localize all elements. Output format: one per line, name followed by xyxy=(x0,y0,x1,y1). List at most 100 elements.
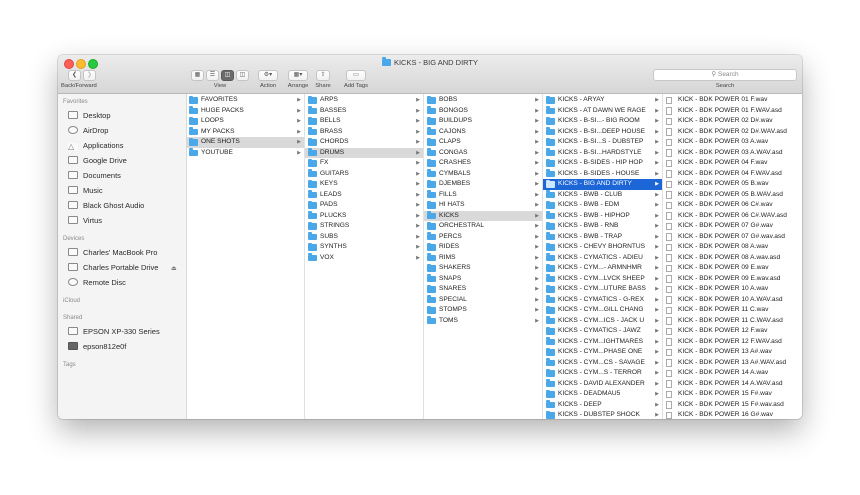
folder-item[interactable]: KICKS - CHEVY BHORNTUS ▶ xyxy=(543,242,662,253)
folder-item[interactable]: SHAKERS ▶ xyxy=(424,263,542,274)
folder-item[interactable]: BUILDUPS ▶ xyxy=(424,116,542,127)
folder-item[interactable]: KICKS - CYM...ICS - JACK U ▶ xyxy=(543,316,662,327)
folder-item[interactable]: LEADS ▶ xyxy=(305,190,423,201)
sidebar-item-portable-drive[interactable]: Charles Portable Drive xyxy=(68,262,158,274)
file-item[interactable]: KICK - BDK POWER 01 F.WAV.asd xyxy=(663,106,802,117)
sidebar-item-applications[interactable]: △ Applications xyxy=(68,140,123,152)
folder-item[interactable]: CHORDS ▶ xyxy=(305,137,423,148)
file-item[interactable]: KICK - BDK POWER 04 F.WAV.asd xyxy=(663,169,802,180)
file-item[interactable]: KICK - BDK POWER 02 D#.wav xyxy=(663,116,802,127)
folder-item[interactable]: ORCHESTRAL ▶ xyxy=(424,221,542,232)
sidebar-item-google-drive[interactable]: Google Drive xyxy=(68,155,127,167)
file-item[interactable]: KICK - BDK POWER 12 F.wav xyxy=(663,326,802,337)
folder-item[interactable]: KICKS - CYM...UTURE BASS ▶ xyxy=(543,284,662,295)
file-item[interactable]: KICK - BDK POWER 06 C#.wav xyxy=(663,200,802,211)
folder-item[interactable]: KICKS - DAVID ALEXANDER ▶ xyxy=(543,379,662,390)
file-item[interactable]: KICK - BDK POWER 03 A.WAV.asd xyxy=(663,148,802,159)
folder-item[interactable]: KICKS - BWB - CLUB ▶ xyxy=(543,190,662,201)
folder-item[interactable]: BONGOS ▶ xyxy=(424,106,542,117)
folder-item[interactable]: CYMBALS ▶ xyxy=(424,169,542,180)
file-item[interactable]: KICK - BDK POWER 08 A.wav xyxy=(663,242,802,253)
folder-item[interactable]: PADS ▶ xyxy=(305,200,423,211)
file-item[interactable]: KICK - BDK POWER 15 F#.wav xyxy=(663,389,802,400)
sidebar-item-epson-xp330[interactable]: EPSON XP-330 Series xyxy=(68,326,160,338)
folder-item[interactable]: SPECIAL ▶ xyxy=(424,295,542,306)
folder-item[interactable]: BASSES ▶ xyxy=(305,106,423,117)
folder-item[interactable]: SNAPS ▶ xyxy=(424,274,542,285)
folder-item[interactable]: KICKS - CYMATICS - JAWZ ▶ xyxy=(543,326,662,337)
folder-item[interactable]: KICKS - CYM...GILL CHANG ▶ xyxy=(543,305,662,316)
list-view-button[interactable]: ☰ xyxy=(206,70,219,81)
folder-item[interactable]: KICKS - ARYAY ▶ xyxy=(543,95,662,106)
folder-item[interactable]: KICKS - BWB - TRAP ▶ xyxy=(543,232,662,243)
file-item[interactable]: KICK - BDK POWER 07 G#.wav xyxy=(663,221,802,232)
folder-item[interactable]: KICKS - DEADMAU5 ▶ xyxy=(543,389,662,400)
folder-item[interactable]: KICKS - B-SI...DEEP HOUSE ▶ xyxy=(543,127,662,138)
forward-button[interactable]: ❯ xyxy=(83,70,96,81)
folder-item[interactable]: CRASHES ▶ xyxy=(424,158,542,169)
sidebar-item-airdrop[interactable]: AirDrop xyxy=(68,125,108,137)
file-item[interactable]: KICK - BDK POWER 15 F#.wav.asd xyxy=(663,400,802,411)
sidebar-item-remote-disc[interactable]: Remote Disc xyxy=(68,277,126,289)
column-view-button[interactable]: ◫ xyxy=(221,70,234,81)
folder-item[interactable]: VOX ▶ xyxy=(305,253,423,264)
folder-item[interactable]: KICKS - DEEP ▶ xyxy=(543,400,662,411)
folder-item[interactable]: KICKS - B-SI...HARDSTYLE ▶ xyxy=(543,148,662,159)
folder-item[interactable]: YOUTUBE ▶ xyxy=(186,148,304,159)
folder-item[interactable]: CAJONS ▶ xyxy=(424,127,542,138)
file-item[interactable]: KICK - BDK POWER 01 F.wav xyxy=(663,95,802,106)
back-button[interactable]: ❮ xyxy=(68,70,81,81)
folder-item[interactable]: KICKS - CYM...CS - SAVAGE ▶ xyxy=(543,358,662,369)
folder-item[interactable]: PERCS ▶ xyxy=(424,232,542,243)
file-item[interactable]: KICK - BDK POWER 05 B.WAV.asd xyxy=(663,190,802,201)
folder-item[interactable]: RIDES ▶ xyxy=(424,242,542,253)
folder-item[interactable]: FILLS ▶ xyxy=(424,190,542,201)
sidebar-item-documents[interactable]: Documents xyxy=(68,170,121,182)
folder-item[interactable]: ARPS ▶ xyxy=(305,95,423,106)
sidebar-item-epson812e0f[interactable]: epson812e0f xyxy=(68,341,126,353)
folder-item[interactable]: KEYS ▶ xyxy=(305,179,423,190)
folder-item[interactable]: RIMS ▶ xyxy=(424,253,542,264)
folder-item[interactable]: KICKS - BWB - EDM ▶ xyxy=(543,200,662,211)
sidebar-item-virtus[interactable]: Virtus xyxy=(68,215,102,227)
folder-item[interactable]: DRUMS ▶ xyxy=(305,147,423,158)
folder-item[interactable]: KICKS - CYM...LVCK SHEEP ▶ xyxy=(543,274,662,285)
share-button[interactable]: ⇧ xyxy=(316,70,330,81)
file-item[interactable]: KICK - BDK POWER 14 A.WAV.asd xyxy=(663,379,802,390)
folder-item[interactable]: CONGAS ▶ xyxy=(424,148,542,159)
folder-item[interactable]: KICKS - B-SIDES - HIP HOP ▶ xyxy=(543,158,662,169)
folder-item[interactable]: KICKS - CYMATICS - ADIEU ▶ xyxy=(543,253,662,264)
folder-item[interactable]: ONE SHOTS ▶ xyxy=(186,137,304,148)
file-item[interactable]: KICK - BDK POWER 11 C.wav xyxy=(663,305,802,316)
file-item[interactable]: KICK - BDK POWER 03 A.wav xyxy=(663,137,802,148)
file-item[interactable]: KICK - BDK POWER 13 A#.WAV.asd xyxy=(663,358,802,369)
file-item[interactable]: KICK - BDK POWER 06 C#.WAV.asd xyxy=(663,211,802,222)
folder-item[interactable]: KICKS - AT DAWN WE RAGE ▶ xyxy=(543,106,662,117)
folder-item[interactable]: KICKS - CYM...PHASE ONE ▶ xyxy=(543,347,662,358)
folder-item[interactable]: GUITARS ▶ xyxy=(305,169,423,180)
folder-item[interactable]: KICKS - B-SI...- BIG ROOM ▶ xyxy=(543,116,662,127)
folder-item[interactable]: KICKS - CYMATICS - G-REX ▶ xyxy=(543,295,662,306)
folder-item[interactable]: KICKS - BWB - HIPHOP ▶ xyxy=(543,211,662,222)
folder-item[interactable]: HUGE PACKS ▶ xyxy=(186,106,304,117)
folder-item[interactable]: KICKS - CYM...S - TERROR ▶ xyxy=(543,368,662,379)
folder-item[interactable]: MY PACKS ▶ xyxy=(186,127,304,138)
folder-item[interactable]: STOMPS ▶ xyxy=(424,305,542,316)
folder-item[interactable]: KICKS - B-SIDES - HOUSE ▶ xyxy=(543,169,662,180)
gallery-view-button[interactable]: ◫ xyxy=(236,70,249,81)
eject-icon[interactable]: ⏏ xyxy=(171,265,177,272)
folder-item[interactable]: KICKS - DUBSTEP SHOCK ▶ xyxy=(543,410,662,419)
folder-item[interactable]: BELLS ▶ xyxy=(305,116,423,127)
sidebar-item-macbook[interactable]: Charles' MacBook Pro xyxy=(68,247,157,259)
file-item[interactable]: KICK - BDK POWER 07 G#.wav.asd xyxy=(663,232,802,243)
folder-item[interactable]: KICKS ▶ xyxy=(424,210,542,221)
file-item[interactable]: KICK - BDK POWER 02 D#.WAV.asd xyxy=(663,127,802,138)
file-item[interactable]: KICK - BDK POWER 05 B.wav xyxy=(663,179,802,190)
folder-item[interactable]: KICKS - B-SI...S - DUBSTEP ▶ xyxy=(543,137,662,148)
file-item[interactable]: KICK - BDK POWER 09 E.wav.asd xyxy=(663,274,802,285)
folder-item[interactable]: KICKS - CYM...- ARMNHMR ▶ xyxy=(543,263,662,274)
file-item[interactable]: KICK - BDK POWER 04 F.wav xyxy=(663,158,802,169)
sidebar-item-black-ghost-audio[interactable]: Black Ghost Audio xyxy=(68,200,144,212)
folder-item[interactable]: SYNTHS ▶ xyxy=(305,242,423,253)
file-item[interactable]: KICK - BDK POWER 10 A.wav xyxy=(663,284,802,295)
